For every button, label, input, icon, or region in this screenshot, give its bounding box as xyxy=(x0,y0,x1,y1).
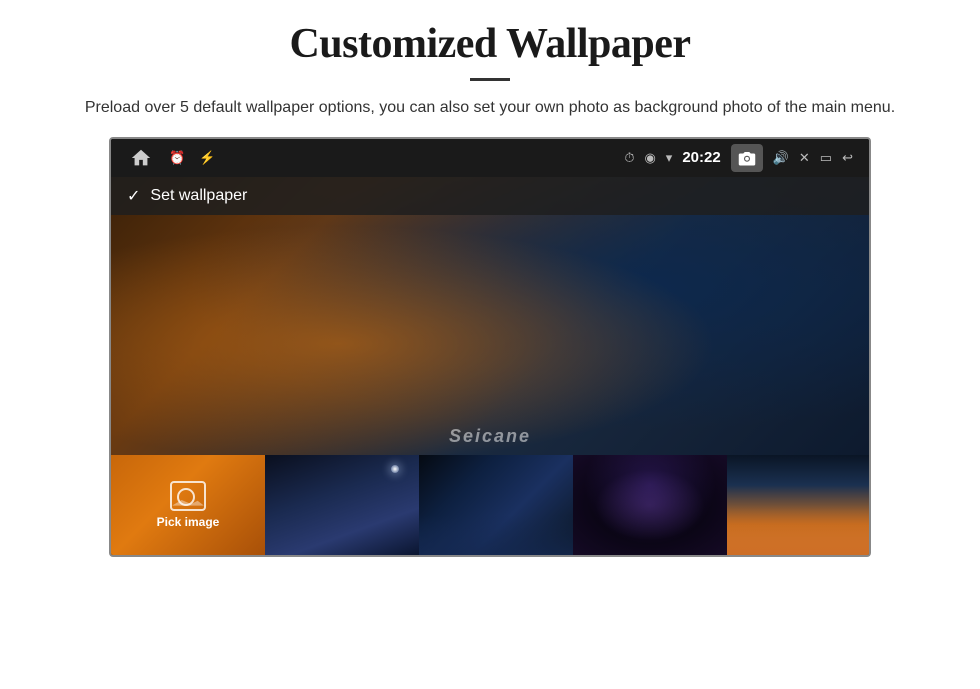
time-display: 20:22 xyxy=(682,149,720,166)
camera-button[interactable] xyxy=(731,144,763,172)
checkmark-icon: ✓ xyxy=(127,186,140,206)
wallpaper-thumb-3[interactable] xyxy=(419,455,573,555)
status-right: ⏱ ◉ ▾ 20:22 🔊 ✕ ▭ ↩ xyxy=(624,144,853,172)
clock-icon: ⏱ xyxy=(624,150,634,166)
alarm-icon: ⏰ xyxy=(169,150,185,166)
watermark: Seicane xyxy=(449,426,531,447)
usb-icon: ⚡ xyxy=(199,150,215,166)
device-mockup: ⏰ ⚡ ⏱ ◉ ▾ 20:22 🔊 ✕ ▭ ↩ xyxy=(109,137,871,557)
window-icon[interactable]: ▭ xyxy=(820,150,832,166)
pick-image-label: Pick image xyxy=(157,515,220,529)
close-icon[interactable]: ✕ xyxy=(799,150,810,166)
wallpaper-thumb-5[interactable] xyxy=(727,455,869,555)
set-wallpaper-label: Set wallpaper xyxy=(150,187,247,205)
back-icon[interactable]: ↩ xyxy=(842,150,853,166)
location-icon: ◉ xyxy=(644,150,655,166)
thumbnail-strip: Pick image xyxy=(111,455,869,555)
home-icon xyxy=(130,147,152,169)
camera-icon xyxy=(738,150,756,166)
pick-image-icon xyxy=(170,481,206,511)
home-button[interactable] xyxy=(127,144,155,172)
status-bar: ⏰ ⚡ ⏱ ◉ ▾ 20:22 🔊 ✕ ▭ ↩ xyxy=(111,139,869,177)
wifi-icon: ▾ xyxy=(666,150,673,166)
set-wallpaper-bar: ✓ Set wallpaper xyxy=(111,177,869,215)
title-divider xyxy=(470,78,510,81)
status-left: ⏰ ⚡ xyxy=(127,144,215,172)
pick-image-thumb[interactable]: Pick image xyxy=(111,455,265,555)
page-title: Customized Wallpaper xyxy=(30,20,950,68)
wallpaper-thumb-4[interactable] xyxy=(573,455,727,555)
wallpaper-preview: ✓ Set wallpaper Seicane xyxy=(111,177,869,455)
subtitle: Preload over 5 default wallpaper options… xyxy=(30,95,950,121)
wallpaper-thumb-2[interactable] xyxy=(265,455,419,555)
page-wrapper: Customized Wallpaper Preload over 5 defa… xyxy=(0,0,980,557)
volume-icon[interactable]: 🔊 xyxy=(773,150,789,166)
